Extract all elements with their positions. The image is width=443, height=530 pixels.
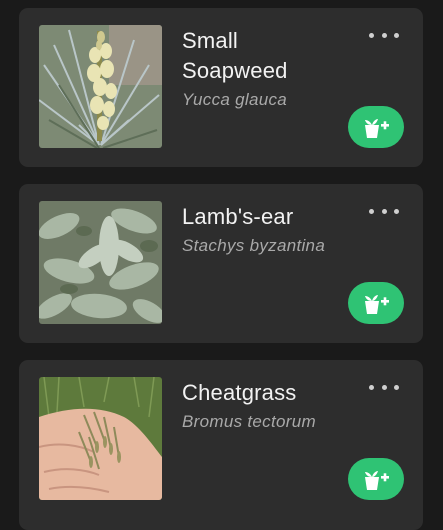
- yucca-photo: [39, 25, 162, 148]
- plant-photo[interactable]: [39, 377, 162, 500]
- add-plant-icon: [365, 295, 389, 314]
- plant-card[interactable]: Lamb's-ear Stachys byzantina: [19, 184, 423, 343]
- add-plant-icon: [365, 119, 389, 138]
- add-plant-icon: [365, 471, 389, 490]
- plant-common-name: Small Soapweed: [182, 28, 288, 83]
- more-horizontal-icon[interactable]: [369, 380, 399, 394]
- plant-common-name: Cheatgrass: [182, 380, 297, 405]
- add-plant-button[interactable]: [348, 282, 404, 324]
- plant-scientific-name: Stachys byzantina: [182, 236, 326, 255]
- plant-scientific-name: Bromus tectorum: [182, 412, 316, 431]
- more-horizontal-icon[interactable]: [369, 28, 399, 42]
- plant-list: Small Soapweed Yucca glauca Lamb's-ear S…: [0, 0, 443, 530]
- more-horizontal-icon[interactable]: [369, 204, 399, 218]
- plant-card[interactable]: Small Soapweed Yucca glauca: [19, 8, 423, 167]
- plant-common-name: Lamb's-ear: [182, 204, 294, 229]
- plant-photo[interactable]: [39, 25, 162, 148]
- lambs-ear-photo: [39, 201, 162, 324]
- cheatgrass-photo: [39, 377, 162, 500]
- add-plant-button[interactable]: [348, 106, 404, 148]
- plant-scientific-name: Yucca glauca: [182, 90, 288, 109]
- plant-card[interactable]: Cheatgrass Bromus tectorum: [19, 360, 423, 530]
- plant-photo[interactable]: [39, 201, 162, 324]
- add-plant-button[interactable]: [348, 458, 404, 500]
